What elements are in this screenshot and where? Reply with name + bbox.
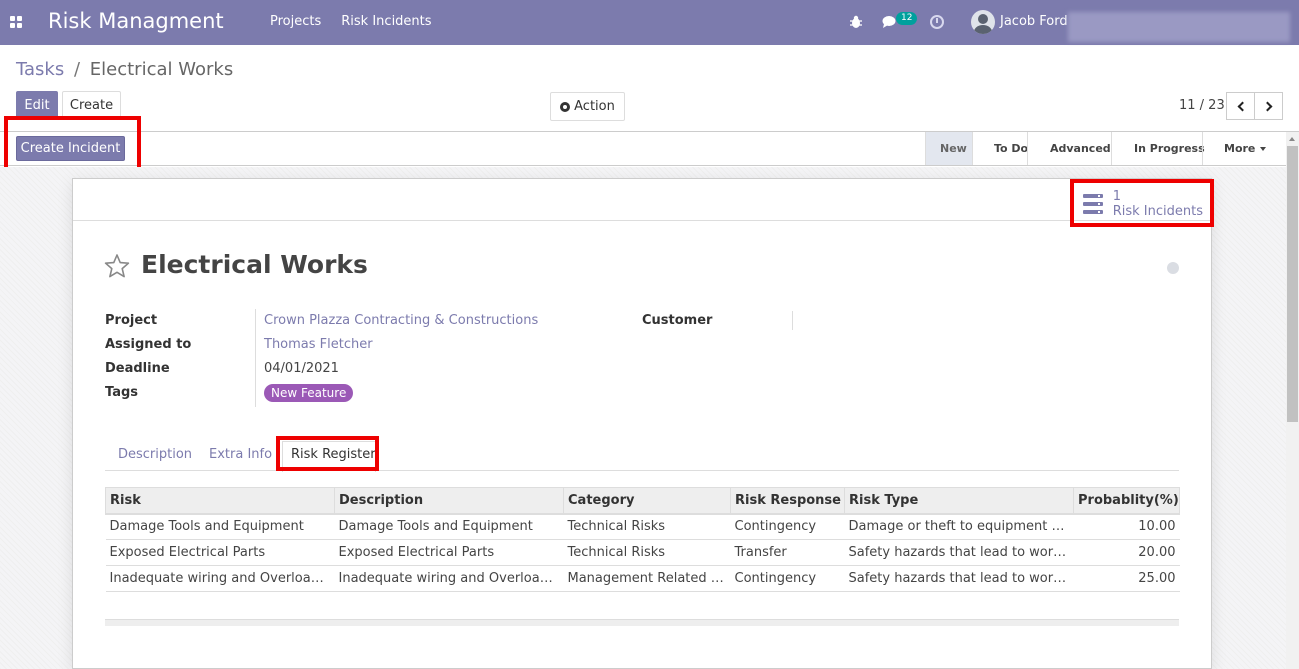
tag-badge: New Feature	[264, 384, 354, 402]
table-row[interactable]: Inadequate wiring and Overloaded circuit…	[105, 565, 1180, 592]
scroll-thumb[interactable]	[1287, 146, 1298, 422]
breadcrumb-separator: /	[73, 59, 81, 80]
column-header-description[interactable]: Description	[334, 487, 564, 515]
stage-to-do[interactable]: To Do	[972, 132, 1028, 165]
stage-advanced[interactable]: Advanced	[1027, 132, 1111, 165]
messages-button[interactable]: 12	[882, 12, 918, 32]
cell-probability: 10.00	[1073, 513, 1180, 540]
risk-incidents-smart-button[interactable]: 1 Risk Incidents	[1083, 186, 1203, 222]
redacted-area	[1068, 12, 1290, 42]
stage-in-progress[interactable]: In Progress	[1111, 132, 1205, 165]
action-label: Action	[574, 99, 615, 114]
customer-label: Customer	[642, 313, 713, 328]
tab-risk-register[interactable]: Risk Register	[291, 447, 376, 462]
bug-icon[interactable]	[848, 13, 864, 31]
cell-risk-response: Contingency	[730, 565, 845, 592]
stage-selector: New To Do Advanced In Progress More	[925, 132, 1287, 165]
cell-category: Technical Risks	[563, 539, 731, 566]
vertical-scrollbar[interactable]	[1286, 132, 1299, 669]
apps-menu-icon[interactable]	[10, 16, 22, 28]
top-navbar: Risk Managment Projects Risk Incidents 1…	[0, 0, 1299, 45]
create-incident-button[interactable]: Create Incident	[16, 136, 125, 161]
cell-risk: Exposed Electrical Parts	[105, 539, 335, 566]
kanban-state-dot[interactable]	[1167, 262, 1179, 274]
edit-button[interactable]: Edit	[16, 91, 58, 120]
breadcrumb-current: Electrical Works	[89, 59, 234, 80]
user-name[interactable]: Jacob Ford	[1000, 14, 1068, 29]
menu-item-projects[interactable]: Projects	[270, 14, 321, 29]
action-button[interactable]: Action	[550, 92, 625, 121]
customer-divider	[792, 311, 793, 330]
cell-description: Damage Tools and Equipment	[334, 513, 564, 540]
cell-probability: 25.00	[1073, 565, 1180, 592]
cell-category: Technical Risks	[563, 513, 731, 540]
stage-more-label: More	[1224, 142, 1256, 155]
server-list-icon	[1083, 194, 1103, 214]
assigned-to-label: Assigned to	[105, 337, 192, 352]
pager-previous-button[interactable]	[1226, 92, 1255, 120]
cell-risk: Inadequate wiring and Overloaded circuit…	[105, 565, 335, 592]
project-value[interactable]: Crown Plazza Contracting & Constructions	[264, 313, 538, 328]
column-header-risk-response[interactable]: Risk Response	[730, 487, 845, 515]
deadline-label: Deadline	[105, 361, 170, 376]
record-title: Electrical Works	[141, 250, 368, 279]
stage-new[interactable]: New	[925, 132, 972, 165]
cell-category: Management Related Risks	[563, 565, 731, 592]
systray: 12	[848, 12, 944, 32]
user-avatar[interactable]	[971, 10, 995, 34]
main-menu: Projects Risk Incidents	[270, 14, 432, 29]
cell-description: Exposed Electrical Parts	[334, 539, 564, 566]
menu-item-risk-incidents[interactable]: Risk Incidents	[341, 14, 431, 29]
pager-value: 11 / 23	[1179, 98, 1225, 113]
smart-button-box	[73, 179, 1211, 221]
tab-description[interactable]: Description	[118, 447, 192, 462]
column-header-probability[interactable]: Probablity(%)	[1073, 487, 1180, 515]
column-header-risk[interactable]: Risk	[105, 487, 335, 515]
table-footer	[105, 619, 1179, 626]
table-row[interactable]: Exposed Electrical Parts Exposed Electri…	[105, 539, 1180, 566]
cell-risk-type: Safety hazards that lead to worker injur…	[844, 565, 1074, 592]
star-icon[interactable]	[104, 253, 130, 279]
cell-risk: Damage Tools and Equipment	[105, 513, 335, 540]
smart-button-count: 1	[1112, 189, 1121, 204]
gear-icon	[560, 101, 571, 112]
assigned-to-value[interactable]: Thomas Fletcher	[264, 337, 373, 352]
risk-register-table: Risk Description Category Risk Response …	[105, 487, 1180, 592]
chevron-right-icon	[1262, 101, 1272, 111]
table-header-row: Risk Description Category Risk Response …	[105, 487, 1180, 515]
deadline-value: 04/01/2021	[264, 361, 339, 376]
cell-risk-type: Damage or theft to equipment and tools	[844, 513, 1074, 540]
column-header-risk-type[interactable]: Risk Type	[844, 487, 1074, 515]
project-label: Project	[105, 313, 158, 328]
smart-button-label: Risk Incidents	[1112, 204, 1203, 219]
stage-more-dropdown[interactable]: More	[1202, 132, 1287, 165]
column-header-category[interactable]: Category	[563, 487, 731, 515]
cell-risk-response: Transfer	[730, 539, 845, 566]
breadcrumb: Tasks / Electrical Works	[16, 59, 233, 80]
table-row[interactable]: Damage Tools and Equipment Damage Tools …	[105, 513, 1180, 540]
cell-description: Inadequate wiring and Overloaded circuit…	[334, 565, 564, 592]
activity-clock-icon[interactable]	[930, 15, 944, 29]
field-divider	[255, 309, 256, 407]
create-button[interactable]: Create	[62, 91, 121, 120]
tab-extra-info[interactable]: Extra Info	[209, 447, 272, 462]
cell-probability: 20.00	[1073, 539, 1180, 566]
pager-next-button[interactable]	[1254, 92, 1283, 120]
cell-risk-type: Safety hazards that lead to worker injur…	[844, 539, 1074, 566]
scroll-up-arrow-icon[interactable]	[1289, 137, 1295, 141]
breadcrumb-tasks-link[interactable]: Tasks	[16, 59, 64, 80]
tags-label: Tags	[105, 385, 139, 400]
chevron-left-icon	[1237, 101, 1247, 111]
caret-down-icon	[1260, 146, 1267, 151]
app-title: Risk Managment	[48, 9, 224, 33]
messages-count-badge: 12	[896, 12, 918, 25]
cell-risk-response: Contingency	[730, 513, 845, 540]
